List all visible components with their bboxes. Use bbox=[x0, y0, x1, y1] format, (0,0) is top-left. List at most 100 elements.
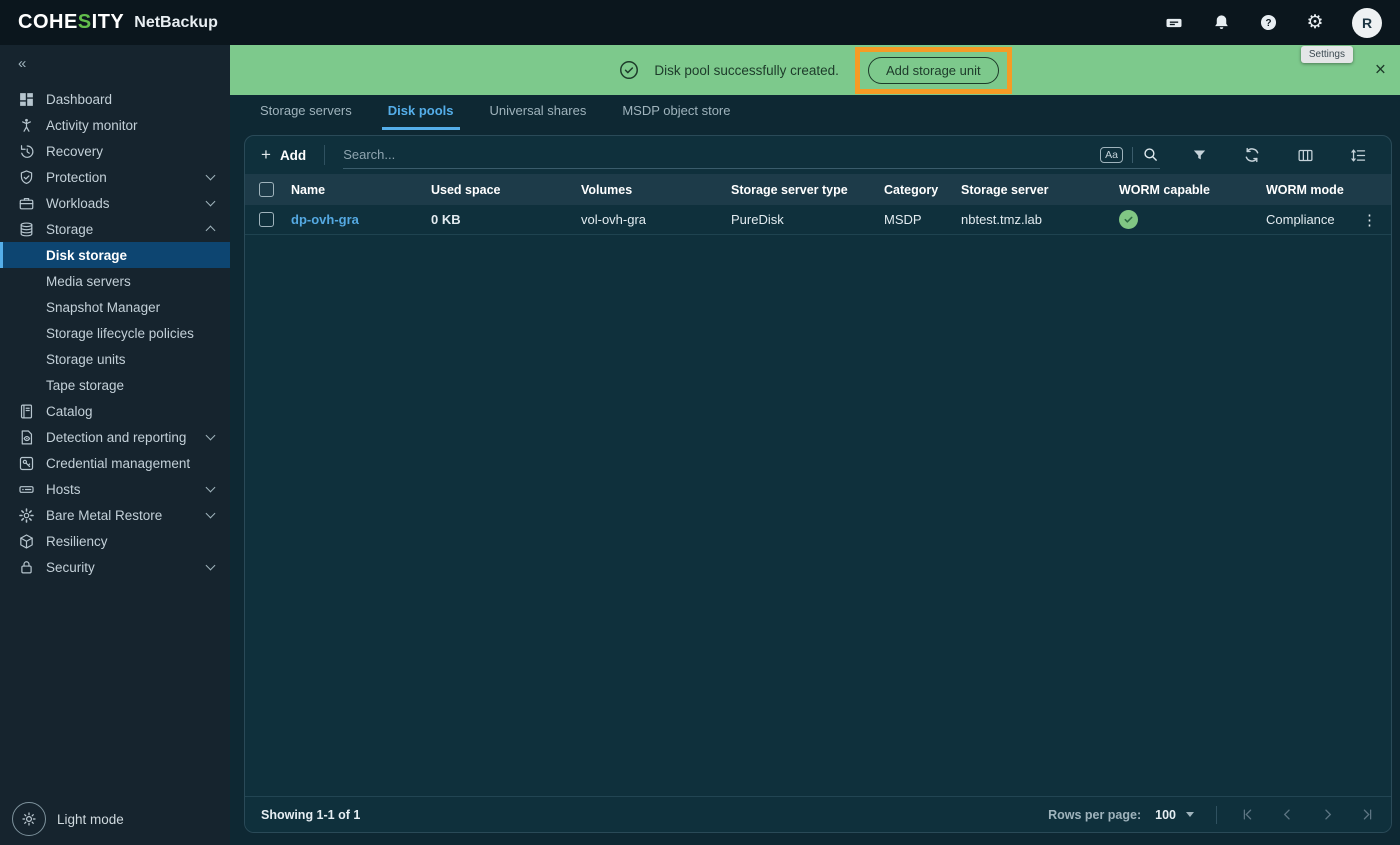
refresh-icon[interactable] bbox=[1243, 146, 1261, 164]
column-header-worm-mode[interactable]: WORM mode bbox=[1266, 183, 1377, 197]
table-footer: Showing 1-1 of 1 Rows per page: 100 bbox=[245, 796, 1391, 832]
cohesity-logo: COHESITY bbox=[18, 11, 124, 34]
add-button-label: Add bbox=[280, 148, 306, 163]
search-icon[interactable] bbox=[1142, 146, 1160, 164]
filter-icon[interactable] bbox=[1190, 146, 1208, 164]
row-checkbox[interactable] bbox=[259, 212, 274, 227]
sidebar-item-label: Security bbox=[46, 560, 95, 575]
match-case-icon[interactable]: Aa bbox=[1100, 147, 1123, 163]
columns-icon[interactable] bbox=[1296, 146, 1314, 164]
sidebar-item-protection[interactable]: Protection bbox=[0, 164, 230, 190]
select-all-checkbox[interactable] bbox=[259, 182, 274, 197]
sidebar-item-storage[interactable]: Storage bbox=[0, 216, 230, 242]
sidebar-item-snapshot-manager[interactable]: Snapshot Manager bbox=[0, 294, 230, 320]
cell-worm-mode: Compliance bbox=[1266, 212, 1357, 227]
tab-msdp-object-store[interactable]: MSDP object store bbox=[604, 95, 748, 127]
sidebar-item-catalog[interactable]: Catalog bbox=[0, 398, 230, 424]
add-button[interactable]: + Add bbox=[261, 145, 306, 165]
search-bar: Aa bbox=[343, 141, 1160, 169]
search-input[interactable] bbox=[343, 147, 1100, 162]
sidebar-item-bare-metal-restore[interactable]: Bare Metal Restore bbox=[0, 502, 230, 528]
sidebar-item-label: Resiliency bbox=[46, 534, 108, 549]
user-avatar[interactable]: R bbox=[1352, 8, 1382, 38]
dashboard-icon bbox=[17, 90, 35, 108]
sidebar-item-hosts[interactable]: Hosts bbox=[0, 476, 230, 502]
resiliency-icon bbox=[17, 532, 35, 550]
cell-name: dp-ovh-gra bbox=[291, 212, 431, 227]
security-icon bbox=[17, 558, 35, 576]
column-header-storage-server-type[interactable]: Storage server type bbox=[731, 183, 884, 197]
topbar: COHESITY NetBackup ? ⚙ R bbox=[0, 0, 1400, 45]
chevron-down-icon bbox=[206, 197, 216, 207]
sidebar-item-resiliency[interactable]: Resiliency bbox=[0, 528, 230, 554]
workloads-icon bbox=[17, 194, 35, 212]
table-row[interactable]: dp-ovh-gra0 KBvol-ovh-graPureDiskMSDPnbt… bbox=[245, 205, 1391, 235]
brand-text: COHE bbox=[18, 11, 78, 33]
sidebar-item-storage-lifecycle-policies[interactable]: Storage lifecycle policies bbox=[0, 320, 230, 346]
sidebar-item-recovery[interactable]: Recovery bbox=[0, 138, 230, 164]
row-density-icon[interactable] bbox=[1349, 146, 1367, 164]
sidebar-item-security[interactable]: Security bbox=[0, 554, 230, 580]
previous-page-icon[interactable] bbox=[1279, 807, 1295, 823]
success-check-icon bbox=[618, 59, 640, 81]
sidebar-nav: DashboardActivity monitor Recovery Protect… bbox=[0, 86, 230, 580]
sidebar-item-disk-storage[interactable]: Disk storage bbox=[0, 242, 230, 268]
cell-category: MSDP bbox=[884, 212, 961, 227]
chevron-down-icon bbox=[206, 483, 216, 493]
sidebar-collapse-button[interactable]: « bbox=[0, 45, 40, 78]
sidebar-item-storage-units[interactable]: Storage units bbox=[0, 346, 230, 372]
notifications-bell-icon[interactable] bbox=[1211, 13, 1231, 33]
last-page-icon[interactable] bbox=[1359, 807, 1375, 823]
sidebar-item-label: Storage lifecycle policies bbox=[46, 326, 194, 341]
main-content: Settings Disk pool successfully created.… bbox=[230, 45, 1400, 845]
column-header-worm-capable[interactable]: WORM capable bbox=[1119, 183, 1266, 197]
rows-per-page-value[interactable]: 100 bbox=[1155, 808, 1176, 822]
tab-universal-shares[interactable]: Universal shares bbox=[472, 95, 605, 127]
first-page-icon[interactable] bbox=[1239, 807, 1255, 823]
chevron-down-icon bbox=[206, 171, 216, 181]
hosts-icon bbox=[17, 480, 35, 498]
credential-icon bbox=[17, 454, 35, 472]
annotation-highlight-box: Add storage unit bbox=[855, 47, 1012, 94]
cell-used-space: 0 KB bbox=[431, 212, 581, 227]
sidebar-item-activity-monitor[interactable]: Activity monitor bbox=[0, 112, 230, 138]
sidebar-item-label: Protection bbox=[46, 170, 107, 185]
license-ticket-icon[interactable] bbox=[1164, 13, 1184, 33]
showing-count: Showing 1-1 of 1 bbox=[261, 808, 360, 822]
sidebar-item-label: Storage units bbox=[46, 352, 126, 367]
brand-s: S bbox=[78, 11, 92, 33]
light-mode-toggle[interactable]: Light mode bbox=[12, 802, 124, 836]
settings-gear-icon[interactable]: ⚙ bbox=[1305, 13, 1325, 33]
sidebar-item-label: Workloads bbox=[46, 196, 110, 211]
column-header-used-space[interactable]: Used space bbox=[431, 183, 581, 197]
sidebar-item-tape-storage[interactable]: Tape storage bbox=[0, 372, 230, 398]
chevron-up-icon bbox=[206, 226, 216, 236]
next-page-icon[interactable] bbox=[1319, 807, 1335, 823]
row-actions-kebab-icon[interactable]: ⋮ bbox=[1357, 211, 1377, 229]
toolbar-divider bbox=[324, 145, 325, 165]
rows-per-page-caret-icon[interactable] bbox=[1186, 812, 1194, 817]
column-header-volumes[interactable]: Volumes bbox=[581, 183, 731, 197]
column-header-storage-server[interactable]: Storage server bbox=[961, 183, 1119, 197]
sidebar-item-credential-management[interactable]: Credential management bbox=[0, 450, 230, 476]
disk-pool-name-link[interactable]: dp-ovh-gra bbox=[291, 212, 359, 227]
tab-storage-servers[interactable]: Storage servers bbox=[242, 95, 370, 127]
product-name: NetBackup bbox=[134, 14, 218, 32]
rows-per-page-label: Rows per page: bbox=[1048, 808, 1141, 822]
sidebar-item-workloads[interactable]: Workloads bbox=[0, 190, 230, 216]
sidebar-item-label: Media servers bbox=[46, 274, 131, 289]
sidebar-item-label: Storage bbox=[46, 222, 93, 237]
column-header-name[interactable]: Name bbox=[291, 183, 431, 197]
banner-close-icon[interactable]: × bbox=[1375, 61, 1386, 80]
disk-pools-card: + Add Aa bbox=[244, 135, 1392, 833]
sidebar-item-media-servers[interactable]: Media servers bbox=[0, 268, 230, 294]
detection-icon bbox=[17, 428, 35, 446]
cell-volumes: vol-ovh-gra bbox=[581, 212, 731, 227]
column-header-category[interactable]: Category bbox=[884, 183, 961, 197]
add-storage-unit-button[interactable]: Add storage unit bbox=[868, 57, 999, 84]
sidebar-item-dashboard[interactable]: Dashboard bbox=[0, 86, 230, 112]
sidebar-item-label: Recovery bbox=[46, 144, 103, 159]
help-icon[interactable]: ? bbox=[1258, 13, 1278, 33]
tab-disk-pools[interactable]: Disk pools bbox=[370, 95, 472, 127]
sidebar-item-detection-and-reporting[interactable]: Detection and reporting bbox=[0, 424, 230, 450]
